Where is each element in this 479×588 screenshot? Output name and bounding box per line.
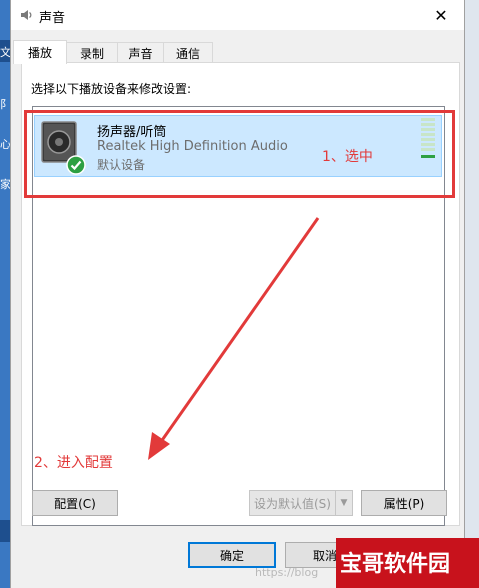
button-label: 配置(C) — [54, 496, 96, 511]
desktop-left-edge: 文 阝 心 家 — [0, 0, 11, 588]
tab-label: 通信 — [175, 46, 200, 61]
configure-button[interactable]: 配置(C) — [32, 490, 118, 516]
brand-watermark-text: 宝哥软件园 — [340, 552, 451, 577]
annotation-highlight-box — [24, 110, 455, 198]
tab-label: 声音 — [128, 46, 153, 61]
annotation-step1: 1、选中 — [322, 149, 373, 165]
annotation-arrow-icon — [148, 217, 320, 460]
tab-sounds[interactable]: 声音 — [117, 42, 164, 63]
set-default-button[interactable]: 设为默认值(S) — [249, 490, 336, 516]
title-bar[interactable]: 声音 ✕ — [11, 0, 464, 30]
button-label: 确定 — [219, 548, 244, 563]
tab-communications[interactable]: 通信 — [163, 42, 213, 63]
desktop-right-edge — [463, 0, 479, 588]
tab-playback[interactable]: 播放 — [13, 40, 67, 64]
properties-button[interactable]: 属性(P) — [361, 490, 447, 516]
desktop-stripe — [0, 520, 10, 542]
speaker-icon — [21, 10, 32, 20]
annotation-step2: 2、进入配置 — [34, 455, 113, 471]
button-label: 属性(P) — [383, 496, 425, 511]
close-icon: ✕ — [434, 5, 448, 25]
instruction-text: 选择以下播放设备来修改设置: — [31, 82, 192, 96]
ok-button[interactable]: 确定 — [188, 542, 276, 568]
button-label: 取消 — [312, 548, 337, 563]
tab-label: 播放 — [27, 46, 52, 60]
chevron-down-icon: ▼ — [340, 498, 348, 508]
button-label: 设为默认值(S) — [254, 496, 331, 511]
set-default-dropdown[interactable]: ▼ — [335, 490, 353, 516]
tab-label: 录制 — [79, 46, 104, 61]
close-button[interactable]: ✕ — [418, 0, 464, 30]
window-title: 声音 — [39, 11, 66, 26]
url-watermark: https://blog — [255, 566, 319, 579]
tab-recording[interactable]: 录制 — [66, 42, 118, 63]
